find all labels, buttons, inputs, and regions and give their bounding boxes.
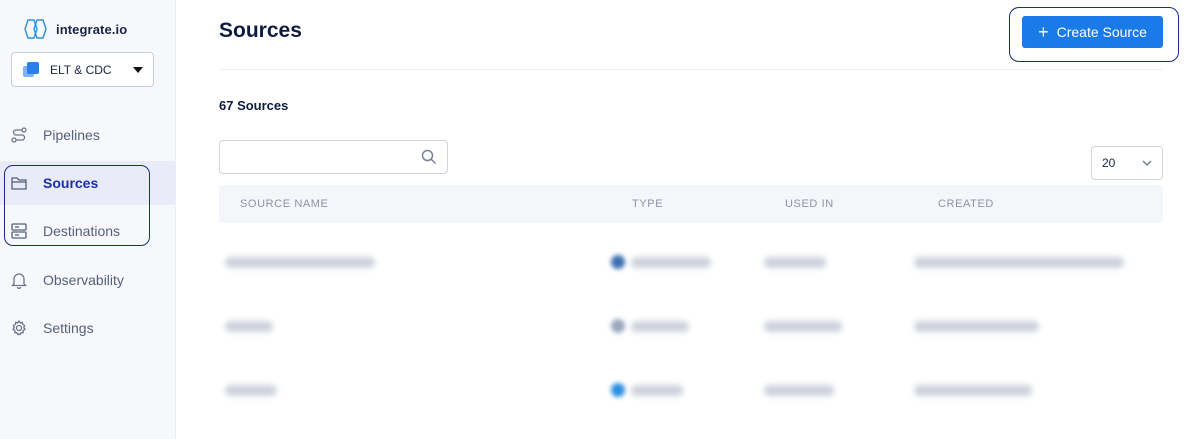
sidebar-item-pipelines[interactable]: Pipelines [0,113,175,157]
sources-count: 67 Sources [219,98,289,113]
brand-name: integrate.io [56,21,128,37]
brand-logo[interactable]: integrate.io [22,19,127,39]
redacted-source-name [225,257,375,268]
bell-icon [10,271,28,289]
redacted-created [914,257,1124,268]
source-type-icon [611,319,625,333]
workspace-label: ELT & CDC [50,62,112,77]
page-title: Sources [219,19,302,42]
create-source-label: Create Source [1056,24,1147,40]
column-header-type[interactable]: TYPE [632,198,663,210]
redacted-used-in [764,321,842,332]
column-header-used-in[interactable]: USED IN [785,198,834,210]
sidebar-item-observability[interactable]: Observability [0,258,175,302]
search-box [219,140,448,174]
redacted-used-in [764,385,834,396]
column-header-source-name[interactable]: SOURCE NAME [240,198,329,210]
redacted-type [631,385,683,396]
divider [219,69,1163,70]
sidebar: integrate.io ELT & CDC Pipelines Sources [0,0,176,439]
caret-down-icon [133,66,143,73]
layers-icon [23,61,39,77]
sidebar-item-label: Settings [43,320,94,336]
table-header: SOURCE NAME TYPE USED IN CREATED [219,185,1163,223]
sidebar-item-label: Pipelines [43,127,100,143]
redacted-used-in [764,257,826,268]
table-row[interactable] [219,358,1163,422]
source-type-icon [611,255,625,269]
highlight-outline [4,165,150,246]
gear-icon [10,319,28,337]
redacted-created [914,385,1032,396]
redacted-source-name [225,385,277,396]
column-header-created[interactable]: CREATED [938,198,994,210]
table-row[interactable] [219,230,1163,294]
redacted-created [914,321,1039,332]
redacted-source-name [225,321,273,332]
redacted-type [631,257,711,268]
pipelines-icon [10,126,28,144]
sidebar-item-settings[interactable]: Settings [0,306,175,350]
page-size-select[interactable]: 20 [1091,146,1163,180]
create-source-button[interactable]: + Create Source [1022,16,1163,48]
search-input[interactable] [220,141,410,173]
main-content: Sources + Create Source 67 Sources 20 SO… [177,0,1200,439]
page-size-value: 20 [1102,156,1116,170]
redacted-type [631,321,689,332]
integrate-logo-icon [24,19,47,39]
sidebar-item-label: Observability [43,272,124,288]
chevron-down-icon [1142,160,1152,166]
search-icon[interactable] [421,149,437,165]
plus-icon: + [1038,21,1049,42]
workspace-selector[interactable]: ELT & CDC [11,52,154,87]
table-row[interactable] [219,294,1163,358]
source-type-icon [611,383,625,397]
